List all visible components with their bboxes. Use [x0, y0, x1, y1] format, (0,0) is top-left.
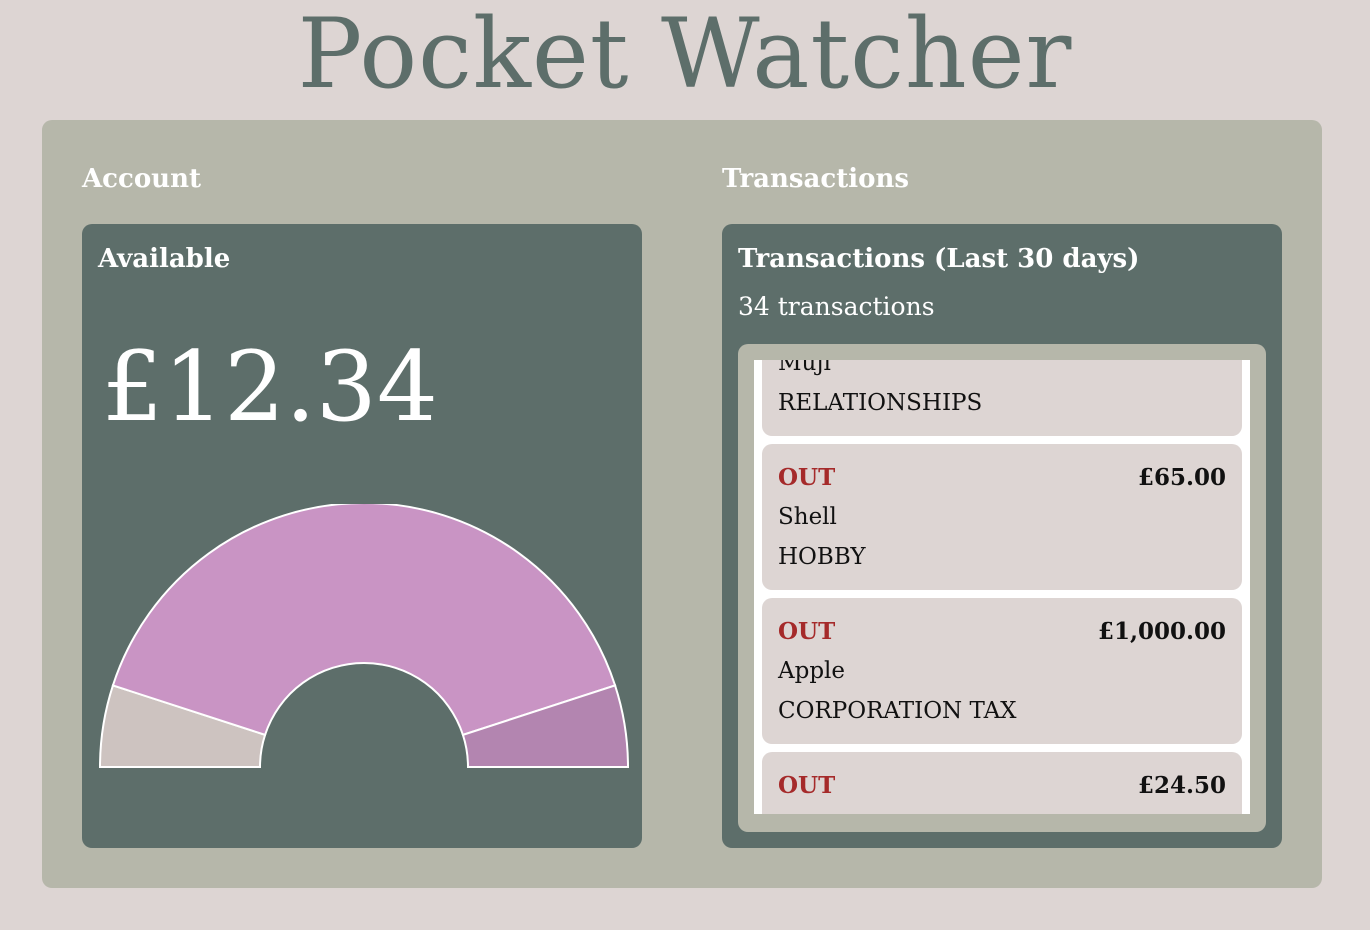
- transaction-item[interactable]: OUT £65.00 Shell HOBBY: [762, 444, 1242, 590]
- scrollbar[interactable]: [1244, 360, 1250, 814]
- available-balance: £12.34: [102, 331, 438, 443]
- spending-gauge: [98, 504, 630, 768]
- transaction-list-frame: Muji RELATIONSHIPS OUT £65.00 Shell HOBB…: [738, 344, 1266, 832]
- transaction-item[interactable]: OUT £1,000.00 Apple CORPORATION TAX: [762, 598, 1242, 744]
- account-heading: Account: [82, 164, 201, 194]
- transaction-category: CORPORATION TAX: [778, 698, 1017, 724]
- transaction-merchant: Apple: [778, 658, 846, 684]
- transaction-amount: £65.00: [1137, 464, 1226, 491]
- transaction-category: RELATIONSHIPS: [778, 390, 983, 416]
- available-label: Available: [98, 244, 231, 274]
- transaction-item[interactable]: Muji RELATIONSHIPS: [762, 360, 1242, 436]
- transaction-amount: £1,000.00: [1097, 618, 1226, 645]
- app-title: Pocket Watcher: [297, 0, 1073, 110]
- transaction-direction: OUT: [778, 772, 836, 799]
- transaction-direction: OUT: [778, 618, 836, 645]
- transaction-item[interactable]: OUT £24.50: [762, 752, 1242, 814]
- transaction-merchant: Shell: [778, 504, 837, 530]
- transaction-amount: £24.50: [1137, 772, 1226, 799]
- gauge-segment: [111, 504, 617, 737]
- transactions-card: Transactions (Last 30 days) 34 transacti…: [722, 224, 1282, 848]
- transaction-direction: OUT: [778, 464, 836, 491]
- transaction-count: 34 transactions: [738, 292, 935, 321]
- transaction-category: HOBBY: [778, 544, 866, 570]
- transaction-list[interactable]: Muji RELATIONSHIPS OUT £65.00 Shell HOBB…: [754, 360, 1250, 816]
- transactions-card-title: Transactions (Last 30 days): [738, 244, 1140, 274]
- transactions-heading: Transactions: [722, 164, 909, 194]
- account-card: Available £12.34: [82, 224, 642, 848]
- transaction-merchant: Muji: [778, 360, 831, 376]
- dashboard-panel: Account Transactions Available £12.34 Tr…: [42, 120, 1322, 888]
